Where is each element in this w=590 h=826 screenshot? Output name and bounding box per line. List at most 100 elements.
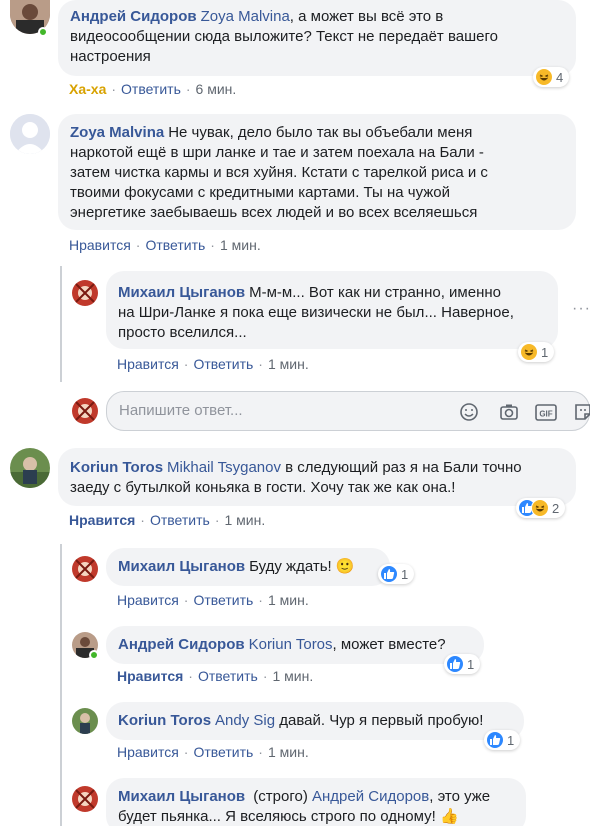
- timestamp[interactable]: 1 мин.: [268, 592, 309, 608]
- emoji-icon[interactable]: [459, 402, 479, 422]
- avatar[interactable]: [10, 114, 50, 154]
- comment-text: , а может вы всё это в: [289, 8, 444, 25]
- comment-bubble: Михаил Цыганов Буду ждать! 🙂: [106, 548, 390, 586]
- comment-bubble: Андрей Сидоров Zoya Malvina, а может вы в…: [58, 0, 576, 76]
- comment-text: (строго): [249, 788, 312, 805]
- camera-icon[interactable]: [499, 402, 519, 422]
- comment-actions: Нравится · Ответить · 1 мин.: [117, 744, 309, 760]
- haha-reaction-icon: [520, 343, 538, 361]
- comment-actions: Нравится · Ответить · 1 мин.: [117, 592, 309, 608]
- comment-actions: Нравится · Ответить · 1 мин.: [69, 237, 261, 253]
- reply-link[interactable]: Ответить: [150, 512, 210, 528]
- reaction-summary[interactable]: 1: [518, 342, 555, 362]
- comment-text: будет пьянка... Я вселяюсь строго по одн…: [118, 808, 459, 825]
- comment-text: просто вселился...: [118, 324, 247, 341]
- comment-author[interactable]: Koriun Toros: [70, 459, 163, 476]
- comment-text: настроения: [70, 48, 151, 65]
- comment-actions: Нравится · Ответить · 1 мин.: [69, 512, 266, 528]
- comment-bubble: Михаил Цыганов (строго) Андрей Сидоров, …: [106, 778, 526, 826]
- reply-link[interactable]: Ответить: [121, 81, 181, 97]
- comment-author[interactable]: Михаил Цыганов: [118, 284, 245, 301]
- comment-mention[interactable]: Андрей Сидоров: [312, 788, 429, 805]
- haha-reaction-icon: [535, 68, 553, 86]
- gif-icon[interactable]: GIF: [535, 402, 557, 422]
- comment-actions: Ха-ха · Ответить · 6 мин.: [69, 81, 237, 97]
- timestamp[interactable]: 1 мин.: [220, 237, 261, 253]
- avatar[interactable]: [72, 708, 98, 734]
- reaction-count: 1: [401, 566, 409, 582]
- comment-text: заеду с бутылкой коньяка в гости. Хочу т…: [70, 479, 456, 496]
- comment-text: наркотой ещё в шри ланке и тае и затем п…: [70, 144, 484, 161]
- comment-author[interactable]: Андрей Сидоров: [70, 8, 197, 25]
- comment-bubble: Zoya Malvina Не чувак, дело было так вы о…: [58, 114, 576, 230]
- sticker-icon[interactable]: [573, 402, 590, 422]
- timestamp[interactable]: 1 мин.: [268, 744, 309, 760]
- online-status-icon: [89, 650, 99, 660]
- comment-author[interactable]: Koriun Toros: [118, 712, 211, 729]
- reaction-summary[interactable]: 2: [516, 498, 566, 518]
- reply-input[interactable]: [119, 402, 379, 419]
- comment-author[interactable]: Михаил Цыганов: [118, 788, 245, 805]
- reply-link[interactable]: Ответить: [145, 237, 205, 253]
- reply-link[interactable]: Ответить: [193, 744, 253, 760]
- reaction-summary[interactable]: 1: [444, 654, 481, 674]
- comment-text: давай. Чур я первый пробую!: [275, 712, 484, 729]
- thread-line: [60, 544, 62, 826]
- reply-link[interactable]: Ответить: [198, 668, 258, 684]
- comment-bubble: Михаил Цыганов М-м-м... Вот как ни странн…: [106, 271, 558, 349]
- like-link[interactable]: Нравится: [117, 592, 179, 608]
- like-reaction-icon: [486, 731, 504, 749]
- haha-reaction-label[interactable]: Ха-ха: [69, 81, 106, 97]
- comment-text: твоими фокусами с кредитными картами. Ты…: [70, 184, 451, 201]
- comment-mention[interactable]: Mikhail Tsyganov: [167, 459, 281, 476]
- avatar[interactable]: [72, 280, 98, 306]
- reaction-summary[interactable]: 4: [533, 67, 570, 87]
- reaction-count: 1: [541, 344, 549, 360]
- like-link[interactable]: Нравится: [69, 512, 135, 528]
- reaction-count: 2: [552, 500, 560, 516]
- comment-text: энергетике заебываешь всех людей и во вс…: [70, 204, 478, 221]
- timestamp[interactable]: 1 мин.: [268, 356, 309, 372]
- timestamp[interactable]: 6 мин.: [196, 81, 237, 97]
- like-link[interactable]: Нравится: [69, 237, 131, 253]
- reply-link[interactable]: Ответить: [193, 592, 253, 608]
- comment-bubble: Koriun Toros Andy Sig давай. Чур я первый…: [106, 702, 524, 740]
- comment-text: в следующий раз я на Бали точно: [281, 459, 522, 476]
- timestamp[interactable]: 1 мин.: [224, 512, 265, 528]
- comment-actions: Нравится · Ответить · 1 мин.: [117, 668, 314, 684]
- reaction-summary[interactable]: 1: [484, 730, 521, 750]
- comment-text: , это уже: [429, 788, 491, 805]
- comment-text: видеосообщении сюда выложите? Текст не п…: [70, 28, 498, 45]
- reaction-count: 1: [467, 656, 475, 672]
- comment-mention[interactable]: Koriun Toros: [249, 636, 333, 653]
- reply-box: GIF: [106, 391, 590, 431]
- comment-text: , может вместе?: [332, 636, 446, 653]
- reaction-count: 1: [507, 732, 515, 748]
- avatar: [72, 398, 98, 424]
- comment-text: Не чувак, дело было так вы объебали меня: [168, 124, 473, 141]
- comment-actions: Нравится · Ответить · 1 мин.: [117, 356, 309, 372]
- comment-text: затем чистка кармы и вся хуйня. Кстати с…: [70, 164, 488, 181]
- reaction-summary[interactable]: 1: [378, 564, 415, 584]
- like-link[interactable]: Нравится: [117, 744, 179, 760]
- like-reaction-icon: [380, 565, 398, 583]
- avatar[interactable]: [72, 556, 98, 582]
- comment-mention[interactable]: Andy Sig: [215, 712, 275, 729]
- comment-text: М-м-м... Вот как ни странно, именно: [249, 284, 501, 301]
- haha-reaction-icon: [531, 499, 549, 517]
- like-link[interactable]: Нравится: [117, 668, 183, 684]
- avatar[interactable]: [10, 448, 50, 488]
- online-status-icon: [38, 27, 48, 37]
- reply-link[interactable]: Ответить: [193, 356, 253, 372]
- comment-bubble: Koriun Toros Mikhail Tsyganov в следующий…: [58, 448, 576, 506]
- comment-author[interactable]: Михаил Цыганов: [118, 558, 245, 575]
- comment-author[interactable]: Zoya Malvina: [70, 124, 164, 141]
- like-link[interactable]: Нравится: [117, 356, 179, 372]
- more-options-icon[interactable]: ···: [572, 300, 590, 318]
- thread-line: [60, 266, 62, 382]
- avatar[interactable]: [72, 786, 98, 812]
- timestamp[interactable]: 1 мин.: [272, 668, 313, 684]
- comment-author[interactable]: Андрей Сидоров: [118, 636, 245, 653]
- comment-mention[interactable]: Zoya Malvina: [201, 8, 290, 25]
- reaction-count: 4: [556, 69, 564, 85]
